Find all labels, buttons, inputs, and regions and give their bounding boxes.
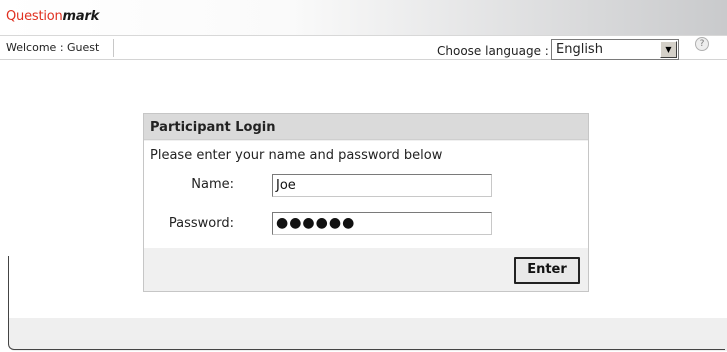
language-label: Choose language :: [437, 44, 549, 58]
questionmark-logo: Questionmark: [6, 9, 99, 24]
participant-login-panel: Participant Login Please enter your name…: [143, 113, 589, 292]
language-select[interactable]: English ▼: [551, 39, 679, 60]
login-form-body: Please enter your name and password belo…: [144, 141, 588, 248]
welcome-text: Welcome : Guest: [6, 41, 100, 54]
chevron-down-icon[interactable]: ▼: [660, 41, 677, 58]
enter-button[interactable]: Enter: [514, 257, 580, 284]
help-icon[interactable]: ?: [695, 37, 709, 51]
logo-text-mark: mark: [62, 9, 100, 24]
logo-text-question: Question: [6, 9, 63, 24]
password-input[interactable]: ●●●●●●: [272, 212, 492, 235]
divider: [113, 39, 114, 57]
password-label: Password:: [168, 216, 234, 231]
login-header: Participant Login: [144, 114, 588, 140]
info-bar: Welcome : Guest Choose language : Englis…: [0, 36, 727, 60]
login-title: Participant Login: [150, 120, 276, 135]
name-label: Name:: [191, 177, 234, 192]
name-input[interactable]: Joe: [272, 174, 492, 197]
login-instruction: Please enter your name and password belo…: [150, 148, 443, 163]
language-select-value: English: [556, 42, 603, 57]
logo-bar: Questionmark: [0, 0, 727, 36]
